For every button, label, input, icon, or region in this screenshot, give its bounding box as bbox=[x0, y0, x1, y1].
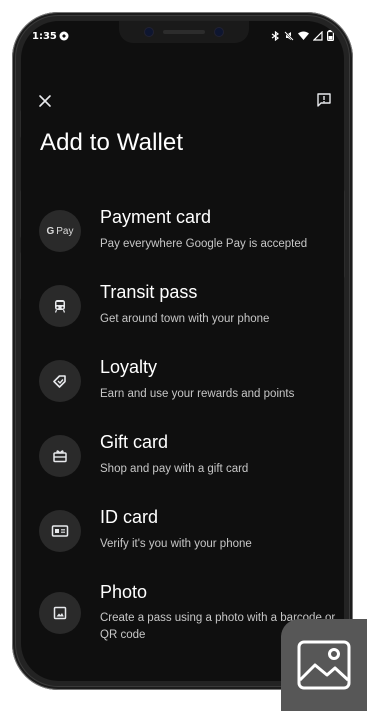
image-overlay-icon[interactable] bbox=[281, 619, 367, 711]
screen: 1:35 Add to Wallet G Pay Payment card Pa… bbox=[21, 21, 344, 681]
mute-icon bbox=[284, 30, 294, 41]
close-icon[interactable] bbox=[37, 93, 53, 109]
battery-icon bbox=[327, 30, 334, 41]
option-title: Loyalty bbox=[100, 357, 158, 377]
gpay-text: Pay bbox=[56, 225, 74, 237]
option-title: Transit pass bbox=[100, 282, 198, 302]
option-title: Payment card bbox=[100, 207, 212, 227]
option-subtitle: Verify it's you with your phone bbox=[100, 538, 252, 550]
option-title: Photo bbox=[100, 582, 148, 602]
wifi-icon bbox=[298, 31, 309, 40]
option-subtitle: Get around town with your phone bbox=[100, 313, 270, 325]
gift-card-icon bbox=[39, 435, 81, 477]
feedback-icon[interactable] bbox=[316, 92, 332, 108]
google-pay-icon: G Pay bbox=[39, 210, 81, 252]
id-card-icon bbox=[39, 510, 81, 552]
phone-frame: 1:35 Add to Wallet G Pay Payment card Pa… bbox=[12, 12, 353, 690]
option-title: ID card bbox=[100, 507, 159, 527]
gpay-g: G bbox=[46, 225, 55, 237]
notification-icon bbox=[59, 31, 69, 41]
signal-icon bbox=[313, 30, 323, 41]
page-title: Add to Wallet bbox=[40, 129, 184, 156]
train-icon bbox=[39, 285, 81, 327]
option-title: Gift card bbox=[100, 432, 169, 452]
tag-icon bbox=[39, 360, 81, 402]
status-bar: 1:35 bbox=[21, 21, 344, 49]
option-subtitle: Shop and pay with a gift card bbox=[100, 463, 249, 475]
bluetooth-icon bbox=[271, 30, 280, 41]
status-icons bbox=[271, 30, 334, 41]
option-subtitle: Earn and use your rewards and points bbox=[100, 388, 295, 400]
option-subtitle: Pay everywhere Google Pay is accepted bbox=[100, 238, 308, 250]
status-time: 1:35 bbox=[32, 31, 57, 42]
photo-icon bbox=[39, 592, 81, 634]
